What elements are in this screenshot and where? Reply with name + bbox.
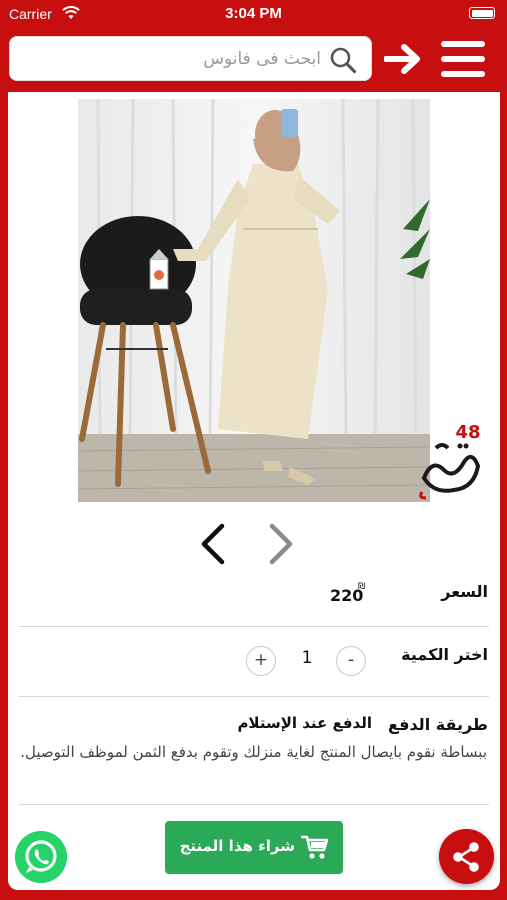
brand-logo: 48 [419,422,481,500]
battery-icon [469,7,495,19]
status-time: 3:04 PM [225,5,282,22]
buy-product-button[interactable]: شراء هذا المنتج [165,821,343,874]
svg-text:48: 48 [455,422,480,443]
cart-icon [301,835,329,859]
divider [19,626,489,627]
product-image[interactable] [78,99,430,502]
payment-method-label: طريقة الدفع [388,715,488,734]
divider [19,804,489,805]
divider [19,696,489,697]
whatsapp-icon[interactable] [15,831,67,883]
hamburger-menu-icon[interactable] [441,39,485,79]
app-screen: Carrier 3:04 PM ابحث فى فانوس 48 السعر 2… [0,0,507,900]
quantity-value: 1 [301,648,313,668]
top-header: ابحث فى فانوس [0,30,507,92]
search-placeholder: ابحث فى فانوس [203,49,321,69]
search-input[interactable]: ابحث فى فانوس [9,36,372,81]
price-label: السعر [441,582,488,601]
status-bar: Carrier 3:04 PM [0,0,507,30]
search-icon[interactable] [329,46,357,74]
price-currency: ₪ [358,582,366,592]
quantity-decrease-button[interactable]: - [336,646,366,676]
chevron-left-icon[interactable] [198,522,228,566]
buy-button-label: شراء هذا المنتج [179,837,295,855]
payment-method-title: الدفع عند الإستلام [237,714,372,732]
product-card: 48 السعر 220 ₪ اختر الكمية + 1 - طريقة ا… [8,92,500,890]
arrow-right-icon[interactable] [384,42,422,76]
quantity-increase-button[interactable]: + [246,646,276,676]
quantity-label: اختر الكمية [401,645,488,664]
chevron-right-icon[interactable] [266,522,296,566]
payment-method-description: ببساطة نقوم بايصال المنتج لغاية منزلك وت… [20,743,487,761]
share-icon[interactable] [439,829,494,884]
